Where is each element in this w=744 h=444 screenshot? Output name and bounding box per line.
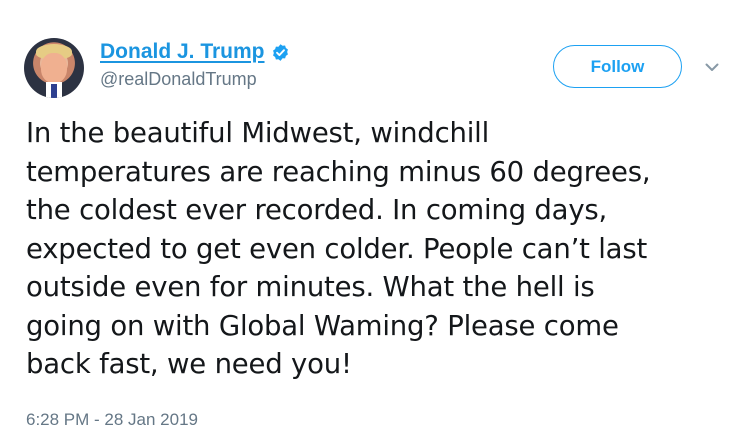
avatar-face [41, 53, 67, 83]
chevron-down-icon[interactable] [703, 58, 721, 76]
tweet-card: Donald J. Trump @realDonaldTrump Follow … [0, 0, 744, 444]
user-handle[interactable]: @realDonaldTrump [100, 69, 290, 90]
follow-button[interactable]: Follow [553, 45, 682, 88]
tweet-timestamp[interactable]: 6:28 PM - 28 Jan 2019 [26, 410, 198, 430]
display-name-row: Donald J. Trump [100, 38, 290, 66]
avatar[interactable] [24, 38, 84, 98]
verified-badge-icon [271, 43, 290, 62]
display-name-link[interactable]: Donald J. Trump [100, 40, 265, 64]
user-names: Donald J. Trump @realDonaldTrump [100, 38, 290, 90]
avatar-tie [51, 84, 57, 98]
tweet-text: In the beautiful Midwest, windchill temp… [26, 117, 651, 380]
